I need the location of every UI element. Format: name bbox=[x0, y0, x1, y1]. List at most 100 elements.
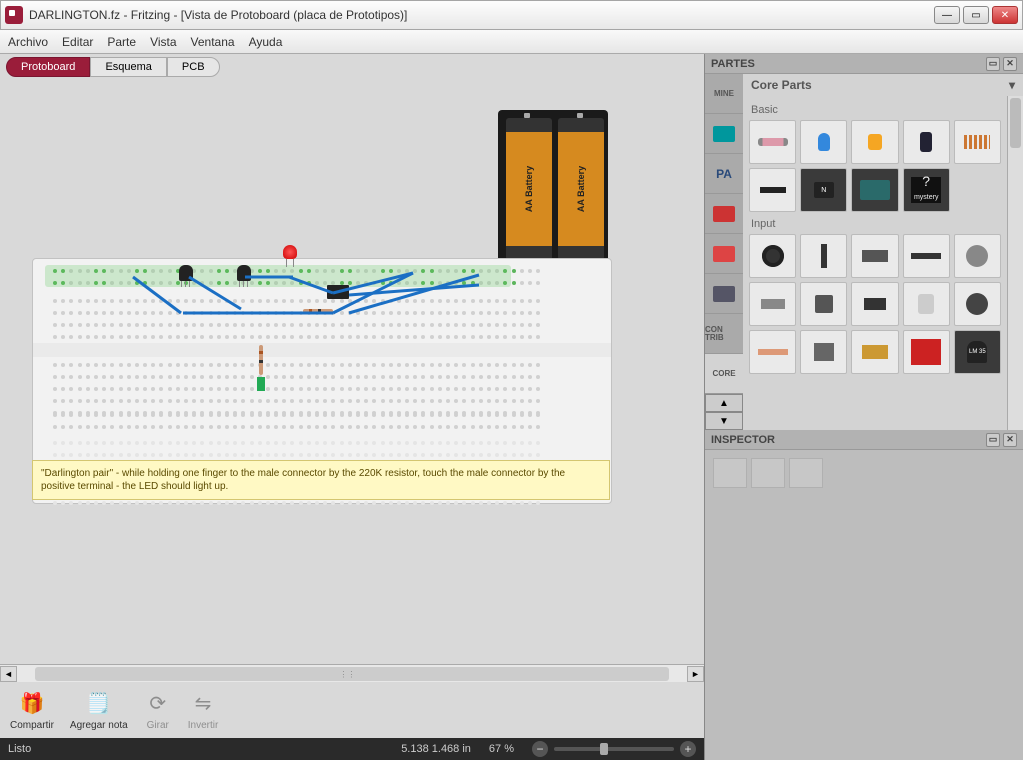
part-temp-sensor[interactable]: LM 35 bbox=[954, 330, 1001, 374]
parts-menu-icon[interactable]: ▾ bbox=[1009, 78, 1015, 92]
part-capacitor-ceramic[interactable] bbox=[800, 120, 847, 164]
bin-tab-cloud[interactable] bbox=[705, 274, 743, 314]
part-capacitor-electrolytic[interactable] bbox=[903, 120, 950, 164]
bin-tab-sparkfun[interactable] bbox=[705, 194, 743, 234]
status-text: Listo bbox=[8, 743, 31, 755]
maximize-button[interactable]: ▭ bbox=[963, 6, 989, 24]
battery-cell: AA Battery bbox=[506, 118, 552, 260]
window-titlebar: DARLINGTON.fz - Fritzing - [Vista de Pro… bbox=[0, 0, 1023, 30]
part-encoder[interactable] bbox=[800, 330, 847, 374]
close-button[interactable]: ✕ bbox=[992, 6, 1018, 24]
part-inductor[interactable] bbox=[954, 120, 1001, 164]
zoom-slider[interactable] bbox=[554, 747, 674, 751]
part-tilt-sensor[interactable] bbox=[903, 282, 950, 326]
add-note-button[interactable]: 🗒️ Agregar nota bbox=[70, 690, 128, 731]
parts-bin-title: Core Parts bbox=[751, 78, 812, 92]
menu-editar[interactable]: Editar bbox=[62, 35, 93, 49]
zoom-out-button[interactable]: − bbox=[532, 741, 548, 757]
part-jack[interactable] bbox=[749, 282, 796, 326]
inspector-close-button[interactable]: ✕ bbox=[1003, 433, 1017, 447]
note-icon: 🗒️ bbox=[85, 690, 113, 718]
window-title: DARLINGTON.fz - Fritzing - [Vista de Pro… bbox=[29, 8, 934, 22]
arduino-icon bbox=[713, 126, 735, 142]
flame-icon bbox=[713, 246, 735, 262]
bin-tab-flame[interactable] bbox=[705, 234, 743, 274]
zoom-knob[interactable] bbox=[600, 743, 608, 755]
part-breakout[interactable] bbox=[903, 330, 950, 374]
part-slide-switch[interactable] bbox=[800, 234, 847, 278]
parts-vscrollbar[interactable] bbox=[1007, 96, 1023, 430]
part-ic[interactable]: N bbox=[800, 168, 847, 212]
resistor-v[interactable] bbox=[259, 345, 263, 375]
canvas[interactable]: AA Battery AA Battery for(let i=0;i<60;i… bbox=[0, 80, 704, 664]
bin-nav-down[interactable]: ▼ bbox=[705, 412, 743, 430]
part-connector[interactable] bbox=[851, 330, 898, 374]
parts-bin: Core Parts ▾ Basic N mystery bbox=[743, 74, 1023, 430]
gift-icon: 🎁 bbox=[18, 690, 46, 718]
part-capacitor-tantalum[interactable] bbox=[851, 120, 898, 164]
minimize-button[interactable]: — bbox=[934, 6, 960, 24]
menu-parte[interactable]: Parte bbox=[107, 35, 136, 49]
transistor-1[interactable] bbox=[179, 265, 193, 281]
section-basic: Basic bbox=[751, 104, 999, 116]
inspector-slot bbox=[789, 458, 823, 488]
menu-ayuda[interactable]: Ayuda bbox=[249, 35, 283, 49]
scroll-right-icon[interactable]: ► bbox=[687, 666, 704, 682]
part-resistor[interactable] bbox=[749, 120, 796, 164]
part-toggle[interactable] bbox=[851, 282, 898, 326]
part-mystery[interactable]: mystery bbox=[903, 168, 950, 212]
coords-readout: 5.138 1.468 in bbox=[401, 743, 471, 755]
transistor-2[interactable] bbox=[237, 265, 251, 281]
led-red[interactable] bbox=[283, 245, 297, 267]
resistor-h[interactable] bbox=[303, 309, 333, 313]
scroll-left-icon[interactable]: ◄ bbox=[0, 666, 17, 682]
inspector-slot bbox=[713, 458, 747, 488]
ic-chip[interactable] bbox=[327, 285, 349, 299]
partes-header: PARTES ▭ ✕ bbox=[705, 54, 1023, 74]
scroll-thumb[interactable]: ⋮⋮ bbox=[35, 667, 669, 681]
tab-pcb[interactable]: PCB bbox=[167, 57, 220, 77]
rotate-icon: ⟳ bbox=[144, 690, 172, 718]
parts-scroll-thumb[interactable] bbox=[1010, 98, 1021, 148]
app-icon bbox=[5, 6, 23, 24]
part-pushbutton[interactable] bbox=[800, 282, 847, 326]
canvas-hscrollbar[interactable]: ◄ ⋮⋮ ► bbox=[0, 664, 704, 682]
bin-tab-core[interactable]: CORE bbox=[705, 354, 743, 394]
tab-protoboard[interactable]: Protoboard bbox=[6, 57, 90, 77]
flip-button[interactable]: ⇋ Invertir bbox=[188, 690, 219, 731]
zoom-control: − + bbox=[532, 741, 696, 757]
bin-tab-arduino[interactable] bbox=[705, 114, 743, 154]
connector-pin[interactable] bbox=[257, 377, 265, 391]
part-knob[interactable] bbox=[749, 234, 796, 278]
zoom-in-button[interactable]: + bbox=[680, 741, 696, 757]
tab-esquema[interactable]: Esquema bbox=[90, 57, 166, 77]
battery-holder[interactable]: AA Battery AA Battery bbox=[498, 110, 608, 268]
menu-ventana[interactable]: Ventana bbox=[191, 35, 235, 49]
bin-tab-contrib[interactable]: CON TRIB bbox=[705, 314, 743, 354]
part-diode[interactable] bbox=[749, 168, 796, 212]
partes-panel: MINE PA CON TRIB CORE ▲ ▼ Core Parts ▾ bbox=[705, 74, 1023, 430]
section-input: Input bbox=[751, 218, 999, 230]
inspector-undock-button[interactable]: ▭ bbox=[986, 433, 1000, 447]
part-piezo[interactable] bbox=[954, 282, 1001, 326]
part-board[interactable] bbox=[851, 168, 898, 212]
canvas-note[interactable]: "Darlington pair" - while holding one fi… bbox=[32, 460, 610, 500]
menu-archivo[interactable]: Archivo bbox=[8, 35, 48, 49]
panel-close-button[interactable]: ✕ bbox=[1003, 57, 1017, 71]
bin-tab-pa[interactable]: PA bbox=[705, 154, 743, 194]
bin-tab-mine[interactable]: MINE bbox=[705, 74, 743, 114]
inspector-header: INSPECTOR ▭ ✕ bbox=[705, 430, 1023, 450]
bin-nav-up[interactable]: ▲ bbox=[705, 394, 743, 412]
part-strip[interactable] bbox=[749, 330, 796, 374]
part-potentiometer[interactable] bbox=[954, 234, 1001, 278]
editor-pane: Protoboard Esquema PCB AA Battery AA Bat… bbox=[0, 54, 705, 760]
rotate-button[interactable]: ⟳ Girar bbox=[144, 690, 172, 731]
inspector-panel bbox=[705, 450, 1023, 760]
menu-vista[interactable]: Vista bbox=[150, 35, 176, 49]
panel-undock-button[interactable]: ▭ bbox=[986, 57, 1000, 71]
part-header[interactable] bbox=[903, 234, 950, 278]
share-button[interactable]: 🎁 Compartir bbox=[10, 690, 54, 731]
part-dip-switch[interactable] bbox=[851, 234, 898, 278]
side-panels: PARTES ▭ ✕ MINE PA CON TRIB CORE ▲ ▼ bbox=[705, 54, 1023, 760]
status-bar: Listo 5.138 1.468 in 67 % − + bbox=[0, 738, 704, 760]
